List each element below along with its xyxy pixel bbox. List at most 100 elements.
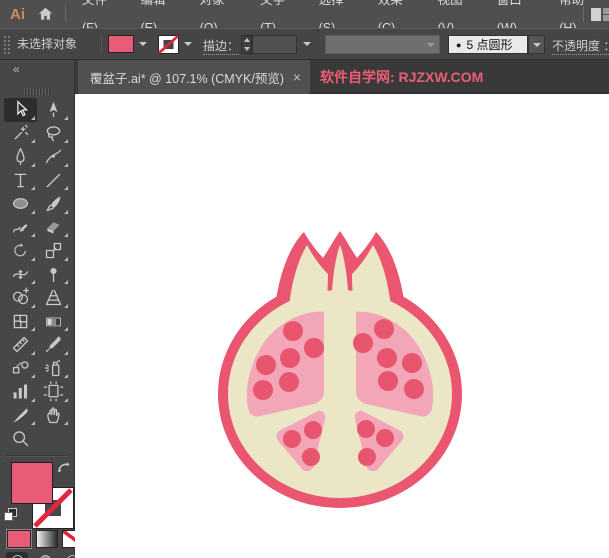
tool-magic-wand[interactable] [4,122,37,146]
panel-collapse-button[interactable]: « [13,62,20,76]
scale-icon [45,243,62,259]
panel-grip[interactable] [24,88,51,95]
variable-width-profile-select [325,35,440,54]
artboard-canvas[interactable] [75,94,609,558]
tool-symbol-sprayer[interactable] [37,357,70,381]
brush-definition-value: 5 点圆形 [466,38,513,52]
stroke-weight-stepper[interactable] [241,35,252,54]
default-fill-stroke-button[interactable] [3,507,18,527]
pomegranate-seed [302,448,320,466]
stroke-weight-input[interactable] [252,35,297,54]
tool-line-segment[interactable] [37,169,70,193]
color-mode-button[interactable] [7,530,31,548]
home-button[interactable] [38,7,53,21]
selection-icon [17,100,29,117]
magic-wand-icon [14,124,29,140]
panel-divider [6,455,68,456]
stroke-color-swatch[interactable] [158,35,179,59]
blend-icon [12,361,29,374]
document-tab-title: 覆盆子.ai* @ 107.1% (CMYK/预览) [90,71,284,86]
tool-slice[interactable] [4,404,37,428]
pomegranate-artwork[interactable] [218,230,462,508]
tool-scale[interactable] [37,239,70,263]
curvature-icon [45,149,62,164]
draw-normal-button[interactable] [6,552,28,558]
document-tab-bar: 覆盆子.ai* @ 107.1% (CMYK/预览) × 软件自学网: RJZX… [75,60,609,94]
draw-behind-button[interactable] [34,552,56,558]
profile-chevron-icon [427,43,435,47]
tool-measure[interactable] [4,333,37,357]
tool-rotate[interactable] [4,239,37,263]
control-bar-grip[interactable] [4,36,10,54]
fill-color-swatch[interactable] [108,35,134,53]
tool-hand[interactable] [37,404,70,428]
mesh-icon [13,314,28,329]
tool-ellipse[interactable] [4,192,37,216]
fill-chevron-icon[interactable] [139,42,147,46]
stroke-none-icon [158,35,179,54]
swap-fill-stroke-button[interactable] [56,461,72,480]
brush-definition-select[interactable]: ● 5 点圆形 [448,35,528,54]
pomegranate-seed [378,371,398,391]
pomegranate-seed [404,379,424,399]
pomegranate-seed [280,348,300,368]
tool-curvature[interactable] [37,145,70,169]
tool-artboard[interactable] [37,380,70,404]
tool-type[interactable] [4,169,37,193]
tool-paintbrush[interactable] [37,192,70,216]
tool-blend[interactable] [4,357,37,381]
opacity-label[interactable]: 不透明度 ： [552,37,609,55]
stroke-weight-chevron-icon[interactable] [303,42,311,46]
puppet-warp-icon [50,267,57,282]
column-graph-icon [13,384,28,399]
fill-indicator[interactable] [11,462,53,504]
stepper-up-icon [243,38,250,43]
tool-direct-selection[interactable] [37,98,70,122]
slice-icon [13,408,28,423]
perspective-grid-icon [45,290,62,306]
illustrator-window: Ai 文件(F)编辑(E)对象(O)文字(T)选择(S)效果(C)视图(V)窗口… [0,0,609,558]
home-icon [38,7,53,20]
brush-chevron-button[interactable] [528,35,545,54]
ellipse-icon [12,198,29,210]
brush-dot-icon: ● [456,39,462,50]
stroke-chevron-icon[interactable] [184,42,192,46]
tool-mesh[interactable] [4,310,37,334]
tool-zoom[interactable] [4,427,37,451]
artboard-icon [43,381,64,402]
tab-close-button[interactable]: × [293,70,301,84]
width-icon [12,269,29,279]
tool-pencil[interactable] [4,216,37,240]
workspace-icon [591,7,609,21]
tool-pen[interactable] [4,145,37,169]
pomegranate-seed [304,421,322,439]
tool-gradient[interactable] [37,310,70,334]
tool-width[interactable] [4,263,37,287]
tool-puppet-warp[interactable] [37,263,70,287]
tool-column-graph[interactable] [4,380,37,404]
tool-shape-builder[interactable] [4,286,37,310]
type-icon [14,173,27,188]
stepper-down-icon [243,46,250,51]
tool-selection[interactable] [4,98,37,122]
tool-eyedropper[interactable] [37,333,70,357]
pomegranate-seed [376,429,394,447]
tool-eraser[interactable] [37,216,70,240]
document-tab[interactable]: 覆盆子.ai* @ 107.1% (CMYK/预览) × [78,60,310,94]
control-bar: 未选择对象 描边： ● 5 点圆形 不透明度 ： [0,28,609,60]
pomegranate-seed [358,448,376,466]
tools-grid [4,98,70,451]
pomegranate-seed [374,319,394,339]
eraser-icon [47,222,60,234]
shape-builder-icon [12,287,30,305]
tool-lasso[interactable] [37,122,70,146]
watermark-text: 软件自学网: RJZXW.COM [320,69,484,85]
workspace-switcher[interactable] [583,0,609,28]
selection-status: 未选择对象 [17,37,78,51]
pencil-icon [12,223,28,233]
stroke-weight-label[interactable]: 描边： [203,37,240,55]
direct-selection-icon [49,101,58,118]
tool-perspective-grid[interactable] [37,286,70,310]
pomegranate-seed [304,338,324,358]
symbol-sprayer-icon [44,360,61,376]
